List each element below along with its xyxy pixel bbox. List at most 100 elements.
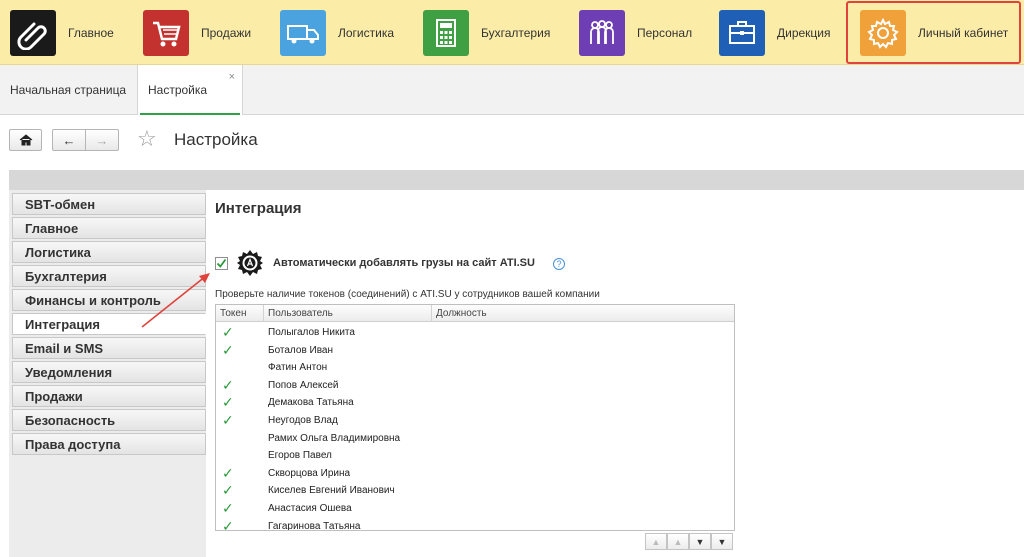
column-header-token[interactable]: Токен	[216, 305, 264, 322]
active-tab-underline	[140, 113, 240, 115]
double-up-icon: ▲	[651, 536, 661, 547]
column-header-position[interactable]: Должность	[432, 305, 734, 322]
token-check-icon: ✓	[222, 376, 234, 393]
menu-item-finance[interactable]: Финансы и контроль	[12, 289, 206, 311]
token-check-icon: ✓	[222, 464, 234, 481]
ati-logo-icon	[237, 250, 263, 276]
back-button[interactable]: ←	[52, 129, 86, 151]
up-icon: ▲	[673, 536, 683, 547]
section-personal-account-label: Личный кабинет	[918, 25, 1009, 40]
table-row[interactable]: ✓ Попов Алексей	[216, 377, 734, 395]
form-header-band	[9, 170, 1024, 190]
token-check-icon: ✓	[222, 341, 234, 358]
section-staff[interactable]: Персонал	[579, 0, 704, 65]
section-accounting-label: Бухгалтерия	[481, 25, 551, 40]
forward-button[interactable]: →	[85, 129, 119, 151]
tokens-table: Токен Пользователь Должность ✓ Полыгалов …	[215, 304, 735, 531]
section-sales-label: Продажи	[201, 25, 252, 40]
table-row[interactable]: ✓ Скворцова Ирина	[216, 465, 734, 483]
tab-settings-label: Настройка	[148, 83, 208, 97]
scroll-up-button[interactable]: ▲	[667, 533, 689, 550]
briefcase-icon	[729, 20, 755, 44]
sections-bar: Главное Продажи Логистика Бухгалтерия Пе…	[0, 0, 1024, 65]
scroll-last-button[interactable]: ▼	[711, 533, 733, 550]
scroll-down-button[interactable]: ▼	[689, 533, 711, 550]
user-name: Фатин Антон	[268, 362, 328, 374]
tab-strip: Начальная страница Настройка ×	[0, 65, 1024, 115]
truck-icon	[287, 24, 319, 43]
scroll-first-button[interactable]: ▲	[645, 533, 667, 550]
menu-item-email-sms[interactable]: Email и SMS	[12, 337, 206, 359]
user-name: Боталов Иван	[268, 344, 334, 356]
people-icon	[590, 19, 614, 44]
home-button[interactable]	[9, 129, 42, 151]
tab-settings[interactable]: Настройка ×	[138, 65, 243, 115]
menu-item-integration[interactable]: Интеграция	[12, 313, 206, 335]
section-personal-account[interactable]: Личный кабинет	[846, 1, 1021, 64]
menu-item-security[interactable]: Безопасность	[12, 409, 206, 431]
section-logistics-label: Логистика	[338, 25, 395, 40]
section-management[interactable]: Дирекция	[719, 0, 844, 65]
paperclip-icon	[17, 22, 47, 50]
menu-item-access-rights[interactable]: Права доступа	[12, 433, 206, 455]
menu-item-notifications[interactable]: Уведомления	[12, 361, 206, 383]
token-check-icon: ✓	[222, 324, 234, 340]
user-name: Рамих Ольга Владимировна	[268, 432, 401, 444]
user-name: Гагаринова Татьяна	[268, 520, 361, 531]
tab-home-label: Начальная страница	[10, 83, 127, 97]
down-icon: ▼	[695, 536, 705, 547]
table-row[interactable]: Рамих Ольга Владимировна	[216, 430, 734, 448]
close-icon[interactable]: ×	[229, 71, 235, 83]
checkmark-icon	[216, 258, 227, 268]
table-row[interactable]: ✓ Полыгалов Никита	[216, 324, 734, 342]
table-nav-buttons: ▲ ▲ ▼ ▼	[645, 533, 733, 551]
double-down-icon: ▼	[717, 536, 727, 547]
sq	[10, 9, 56, 56]
calculator-icon	[436, 18, 456, 47]
column-header-user[interactable]: Пользователь	[264, 305, 432, 322]
user-name: Неугодов Влад	[268, 415, 338, 426]
table-row[interactable]: ✓ Гагаринова Татьяна	[216, 517, 734, 531]
user-name: Киселев Евгений Иванович	[268, 485, 395, 497]
page-title: Настройка	[174, 130, 258, 149]
help-icon[interactable]: ?	[553, 258, 565, 270]
table-row[interactable]: ✓ Неугодов Влад	[216, 412, 734, 430]
user-name: Полыгалов Никита	[268, 327, 355, 338]
section-main-label: Главное	[68, 25, 114, 40]
section-sales[interactable]: Продажи	[143, 0, 268, 65]
table-row[interactable]: ✓ Демакова Татьяна	[216, 394, 734, 412]
token-check-icon: ✓	[222, 500, 234, 516]
user-name: Егоров Павел	[268, 450, 332, 462]
token-check-icon: ✓	[222, 412, 234, 428]
favorite-star-icon[interactable]: ☆	[137, 126, 157, 152]
token-check-icon: ✓	[222, 517, 234, 531]
section-staff-label: Персонал	[637, 25, 693, 40]
section-management-label: Дирекция	[777, 25, 831, 40]
menu-item-sbt-exchange[interactable]: SBT-обмен	[12, 193, 206, 215]
token-check-icon: ✓	[222, 482, 234, 499]
auto-add-cargo-checkbox[interactable]	[215, 257, 228, 270]
table-row[interactable]: Фатин Антон	[216, 359, 734, 377]
table-row[interactable]: ✓ Боталов Иван	[216, 342, 734, 360]
menu-item-logistics[interactable]: Логистика	[12, 241, 206, 263]
user-name: Скворцова Ирина	[268, 467, 351, 479]
menu-item-accounting[interactable]: Бухгалтерия	[12, 265, 206, 287]
menu-item-sales[interactable]: Продажи	[12, 385, 206, 407]
table-row[interactable]: ✓ Киселев Евгений Иванович	[216, 482, 734, 500]
menu-item-main[interactable]: Главное	[12, 217, 206, 239]
section-main[interactable]: Главное	[10, 0, 130, 65]
arrow-left-icon: ←	[62, 132, 76, 148]
tab-home[interactable]: Начальная страница	[0, 65, 138, 115]
user-name: Попов Алексей	[268, 379, 339, 391]
section-logistics[interactable]: Логистика	[280, 0, 410, 65]
table-row[interactable]: ✓ Анастасия Ошева	[216, 500, 734, 518]
home-icon	[19, 134, 32, 146]
section-accounting[interactable]: Бухгалтерия	[423, 0, 563, 65]
user-name: Демакова Татьяна	[268, 397, 354, 409]
table-row[interactable]: Егоров Павел	[216, 447, 734, 465]
gear-icon	[867, 17, 899, 49]
table-header: Токен Пользователь Должность	[216, 305, 734, 322]
tokens-hint: Проверьте наличие токенов (соединений) с…	[215, 289, 600, 300]
user-name: Анастасия Ошева	[268, 503, 352, 514]
token-check-icon: ✓	[222, 394, 234, 411]
